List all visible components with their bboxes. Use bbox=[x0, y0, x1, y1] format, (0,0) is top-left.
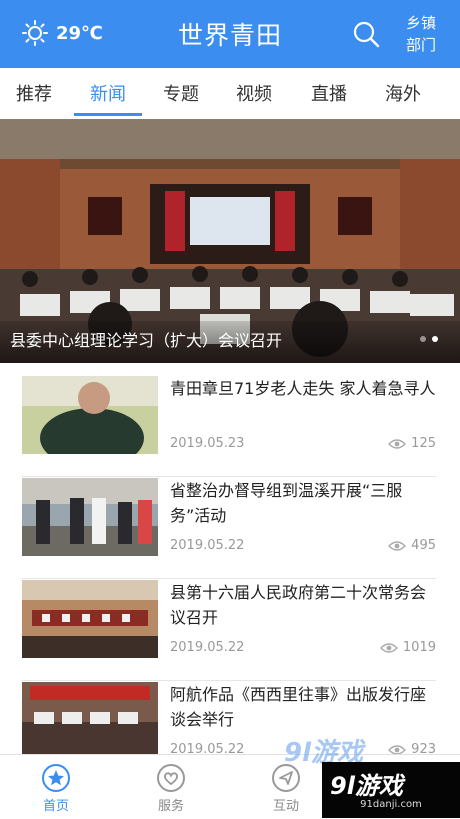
eye-icon bbox=[379, 642, 398, 653]
nav-home[interactable]: 首页 bbox=[26, 763, 86, 814]
town-label-line2: 部门 bbox=[405, 36, 436, 54]
heart-icon bbox=[157, 764, 185, 792]
nav-service[interactable]: 服务 bbox=[141, 763, 201, 814]
tab-news[interactable]: 新闻 bbox=[90, 80, 126, 106]
watermark-badge: 9l游戏 91danji.com bbox=[322, 762, 460, 818]
news-thumbnail bbox=[22, 478, 158, 556]
carousel-dot[interactable] bbox=[420, 336, 426, 342]
news-views: 125 bbox=[388, 436, 436, 451]
news-title: 省整治办督导组到温溪开展“三服务”活动 bbox=[170, 481, 403, 525]
tab-overseas[interactable]: 海外 bbox=[385, 80, 421, 106]
town-label-line1: 乡镇 bbox=[405, 14, 436, 32]
news-item[interactable]: 县第十六届人民政府第二十次常务会议召开 2019.05.22 1019 bbox=[22, 580, 436, 681]
carousel-dot-active[interactable] bbox=[432, 336, 438, 342]
carousel-indicator bbox=[420, 336, 438, 342]
category-tabs: 推荐 新闻 专题 视频 直播 海外 bbox=[0, 68, 460, 118]
tab-live[interactable]: 直播 bbox=[311, 80, 347, 106]
news-title: 阿航作品《西西里往事》出版发行座谈会举行 bbox=[170, 685, 427, 729]
news-views: 1019 bbox=[379, 640, 436, 655]
eye-icon bbox=[388, 540, 407, 551]
app-title: 世界青田 bbox=[177, 21, 282, 50]
banner-carousel[interactable]: 县委中心组理论学习（扩大）会议召开 bbox=[0, 119, 460, 363]
search-icon[interactable] bbox=[352, 20, 380, 48]
tab-recommend[interactable]: 推荐 bbox=[16, 80, 52, 106]
star-icon bbox=[42, 764, 70, 792]
views-count: 495 bbox=[411, 538, 436, 553]
watermark-logo: 9l游戏 bbox=[330, 772, 403, 800]
nav-label: 互动 bbox=[272, 799, 299, 814]
news-item[interactable]: 省整治办督导组到温溪开展“三服务”活动 2019.05.22 495 bbox=[22, 478, 436, 579]
nav-label: 服务 bbox=[157, 799, 184, 814]
news-item[interactable]: 青田章旦71岁老人走失 家人着急寻人 2019.05.23 125 bbox=[22, 376, 436, 477]
views-count: 1019 bbox=[402, 640, 436, 655]
news-views: 495 bbox=[388, 538, 436, 553]
banner-caption: 县委中心组理论学习（扩大）会议召开 bbox=[10, 331, 283, 350]
nav-interact[interactable]: 互动 bbox=[256, 763, 316, 814]
news-date: 2019.05.22 bbox=[170, 538, 245, 553]
tab-video[interactable]: 视频 bbox=[236, 80, 272, 106]
top-header: 29℃ 世界青田 乡镇 部门 bbox=[0, 0, 460, 68]
news-thumbnail bbox=[22, 376, 158, 454]
active-tab-indicator bbox=[74, 113, 142, 116]
watermark-url: 91danji.com bbox=[360, 799, 422, 810]
town-department-button[interactable]: 乡镇 部门 bbox=[398, 12, 444, 56]
news-date: 2019.05.23 bbox=[170, 436, 245, 451]
views-count: 125 bbox=[411, 436, 436, 451]
news-thumbnail bbox=[22, 682, 158, 760]
tab-topics[interactable]: 专题 bbox=[163, 80, 199, 106]
news-title: 青田章旦71岁老人走失 家人着急寻人 bbox=[170, 379, 436, 398]
nav-label: 首页 bbox=[42, 799, 69, 814]
eye-icon bbox=[388, 438, 407, 449]
news-title: 县第十六届人民政府第二十次常务会议召开 bbox=[170, 583, 427, 627]
news-thumbnail bbox=[22, 580, 158, 658]
news-date: 2019.05.22 bbox=[170, 640, 245, 655]
